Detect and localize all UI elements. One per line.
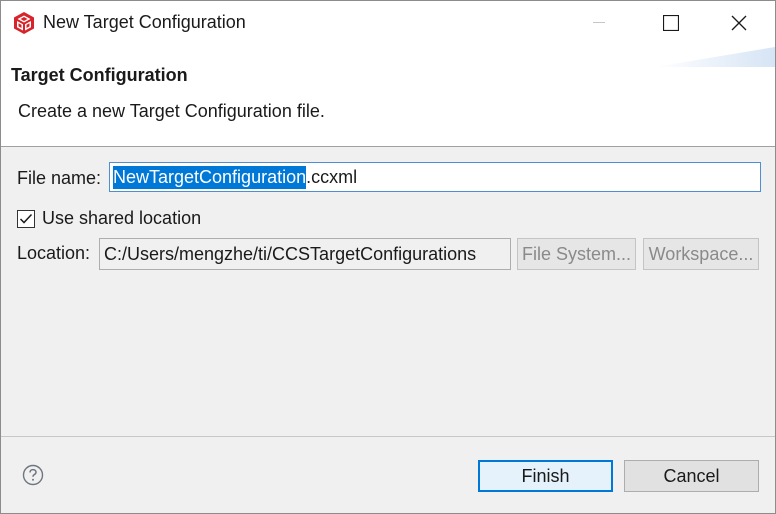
file-name-selected-text: NewTargetConfiguration [113, 165, 307, 189]
maximize-icon [663, 15, 679, 31]
minimize-button[interactable] [567, 1, 631, 45]
location-label: Location: [17, 243, 91, 263]
ccs-cube-icon [12, 11, 36, 35]
use-shared-location-row[interactable]: Use shared location [17, 208, 201, 229]
banner-decoration [655, 47, 775, 67]
title-bar[interactable]: New Target Configuration [1, 1, 775, 45]
location-input[interactable]: C:/Users/mengzhe/ti/CCSTargetConfigurati… [99, 238, 511, 270]
footer-separator [1, 436, 775, 437]
use-shared-location-label: Use shared location [42, 208, 202, 228]
file-name-label: File name: [17, 168, 102, 188]
checkmark-icon [19, 213, 33, 224]
finish-button[interactable]: Finish [478, 460, 613, 492]
maximize-button[interactable] [639, 1, 703, 45]
banner-message: Create a new Target Configuration file. [18, 101, 325, 121]
location-value: C:/Users/mengzhe/ti/CCSTargetConfigurati… [104, 243, 477, 264]
window-title: New Target Configuration [43, 12, 246, 32]
use-shared-location-checkbox[interactable] [17, 209, 35, 228]
help-icon[interactable] [22, 464, 44, 486]
file-name-input[interactable]: NewTargetConfiguration .ccxml [109, 162, 761, 192]
minimize-icon [593, 22, 605, 24]
cancel-button[interactable]: Cancel [624, 460, 759, 492]
banner-title: Target Configuration [11, 65, 188, 85]
close-button[interactable] [707, 1, 771, 45]
dialog-window: New Target Configuration Target Configur… [0, 0, 776, 514]
close-icon [731, 15, 747, 31]
file-system-button[interactable]: File System... [517, 238, 636, 270]
file-name-extension: .ccxml [306, 166, 358, 187]
wizard-banner: Target Configuration Create a new Target… [1, 45, 775, 147]
workspace-button[interactable]: Workspace... [643, 238, 759, 270]
